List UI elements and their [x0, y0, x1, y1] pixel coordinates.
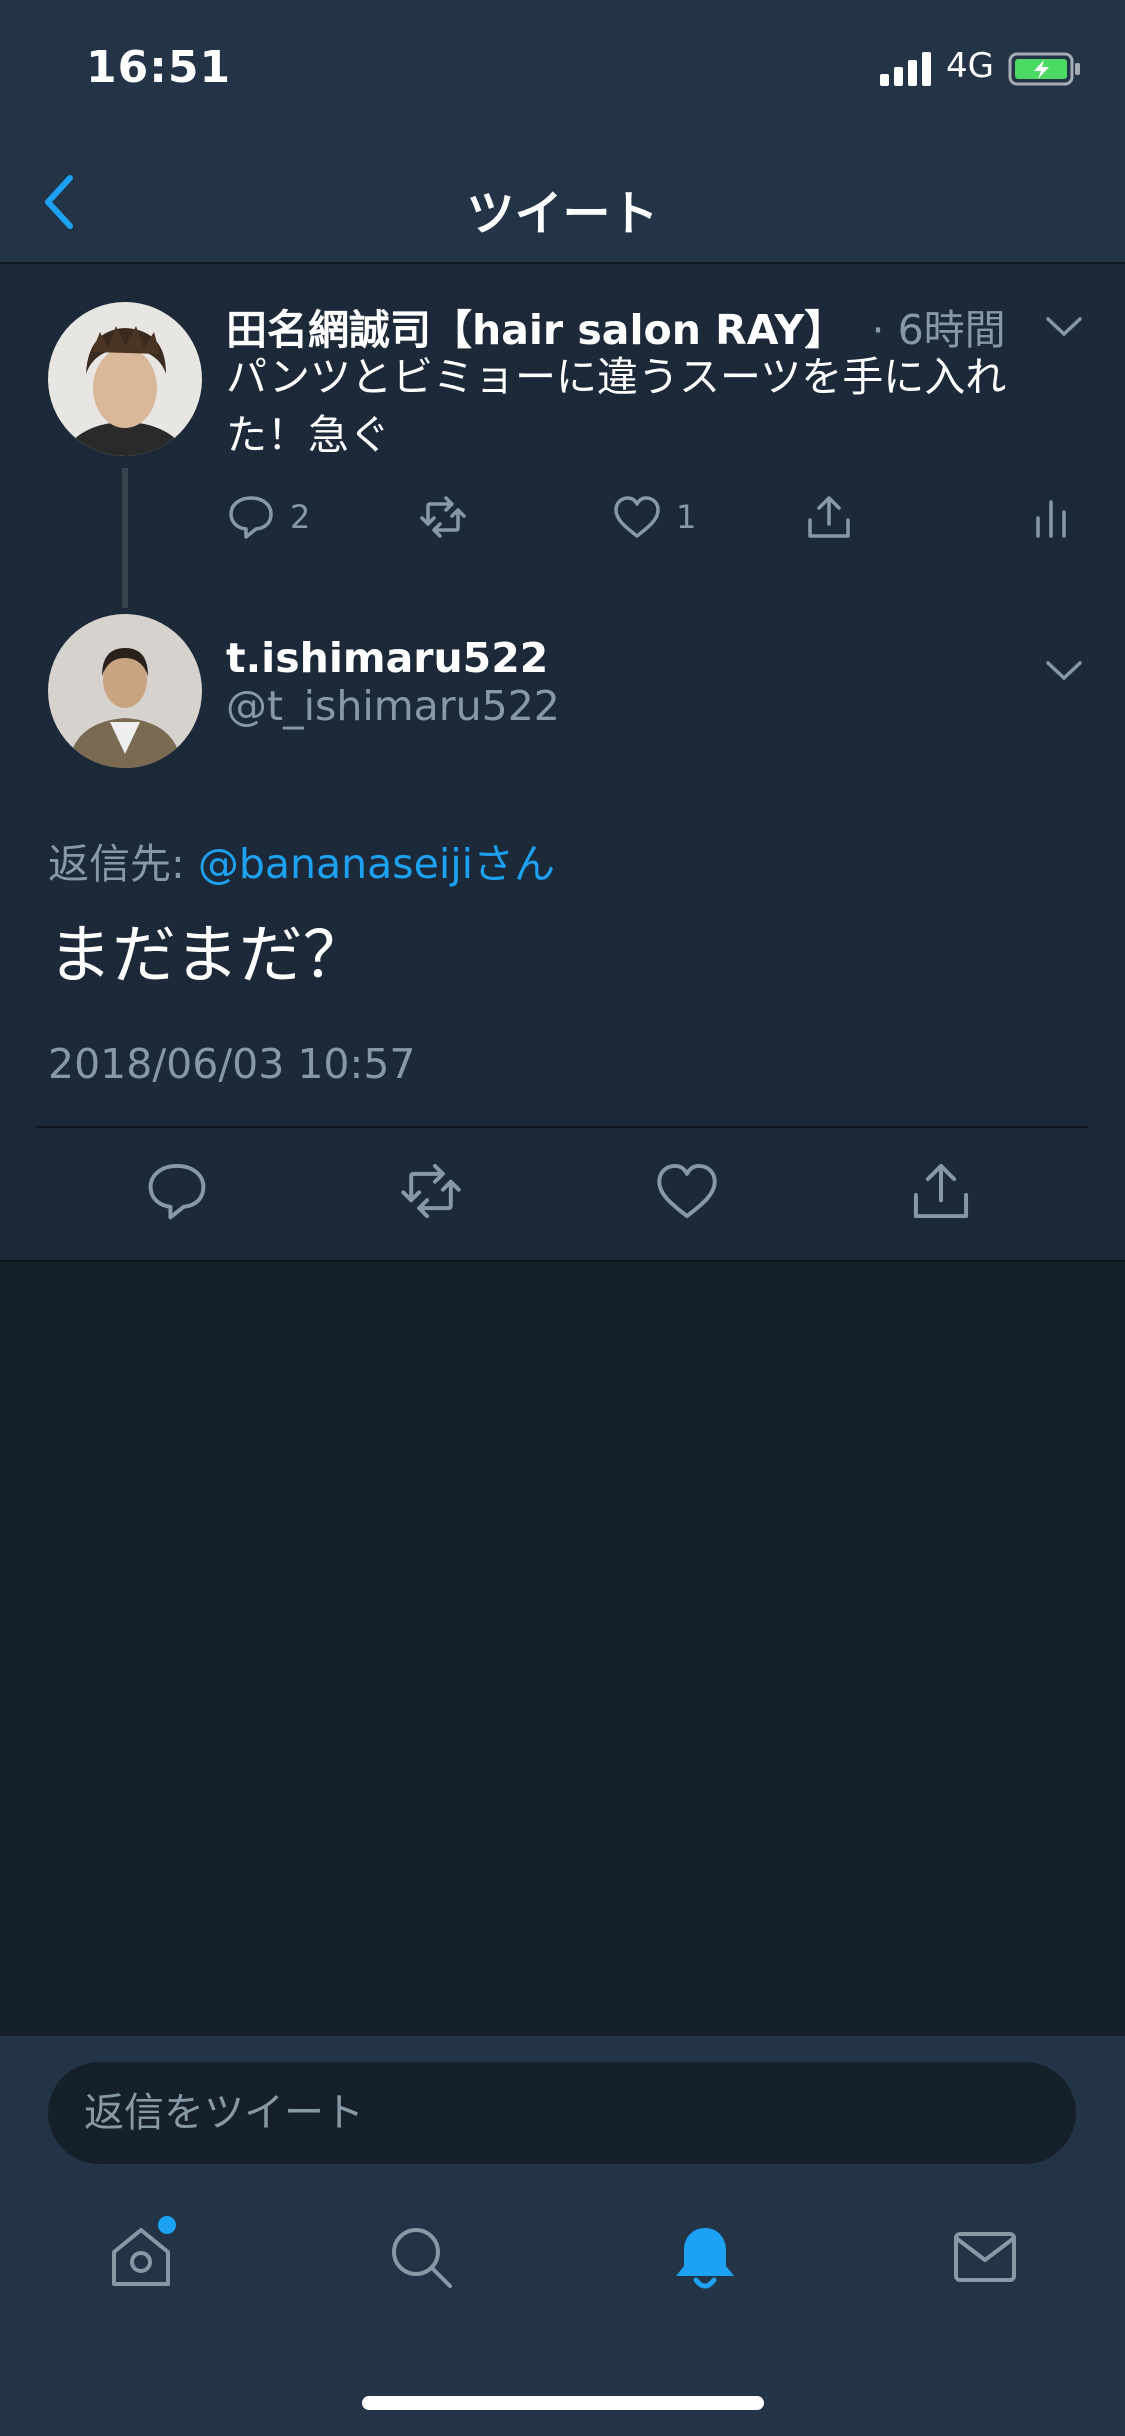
retweet-icon [420, 496, 466, 538]
parent-like-count: 1 [676, 498, 697, 536]
parent-time-ago: · 6時間 [871, 306, 1006, 354]
battery-icon [1008, 52, 1080, 86]
retweet-icon[interactable] [398, 1158, 464, 1224]
reply-icon[interactable] [144, 1158, 210, 1224]
chevron-down-icon[interactable] [1044, 314, 1084, 340]
chevron-down-icon[interactable] [1044, 658, 1084, 684]
parent-author-line[interactable]: 田名網誠司【hair salon RAY】 · 6時間 [226, 296, 1006, 356]
main-tweet-timestamp: 2018/06/03 10:57 [48, 1040, 416, 1088]
status-bar: 16:51 4G [0, 0, 1125, 140]
page-title: ツイート [466, 186, 659, 242]
signal-icon [880, 52, 931, 86]
nav-bar: ツイート [0, 140, 1125, 264]
main-action-bar [0, 1128, 1125, 1262]
main-display-name[interactable]: t.ishimaru522 [226, 634, 548, 682]
share-icon [808, 496, 850, 538]
like-icon [614, 496, 660, 538]
new-tweets-badge [158, 2216, 176, 2234]
parent-tweet-text: パンツとビミョーに違うスーツを手に入れた！急ぐ [226, 353, 1007, 459]
reply-input[interactable]: 返信をツイート [48, 2062, 1076, 2164]
parent-action-bar: 2 1 [0, 482, 1125, 562]
messages-icon[interactable] [950, 2222, 1020, 2292]
parent-analytics-button[interactable] [1026, 492, 1076, 542]
parent-retweet-button[interactable] [418, 492, 468, 542]
share-icon[interactable] [908, 1158, 974, 1224]
reply-to-label: 返信先: [48, 840, 198, 888]
parent-like-button[interactable]: 1 [612, 492, 696, 542]
main-handle[interactable]: @t_ishimaru522 [226, 682, 560, 730]
parent-reply-count: 2 [290, 498, 311, 536]
search-icon[interactable] [386, 2222, 456, 2292]
notifications-icon[interactable] [670, 2222, 740, 2292]
like-icon[interactable] [654, 1158, 720, 1224]
parent-display-name: 田名網誠司【hair salon RAY】 [226, 306, 846, 354]
bottom-bar: 返信をツイート [0, 2036, 1125, 2436]
avatar-parent[interactable] [48, 302, 202, 456]
network-type: 4G [946, 46, 994, 86]
reply-to-line: 返信先: @bananaseijiさん [48, 830, 555, 890]
avatar-main[interactable] [48, 614, 202, 768]
tweet-detail: 田名網誠司【hair salon RAY】 · 6時間 パンツとビミョーに違うス… [0, 264, 1125, 1262]
home-indicator[interactable] [362, 2396, 764, 2410]
reply-icon [229, 496, 273, 539]
analytics-icon [1036, 500, 1066, 538]
parent-share-button[interactable] [804, 492, 854, 542]
parent-reply-button[interactable]: 2 [226, 492, 310, 542]
main-tweet-text: まだまだ？ [48, 919, 367, 993]
status-time: 16:51 [86, 42, 232, 93]
reply-to-user-link[interactable]: @bananaseijiさん [198, 840, 555, 888]
